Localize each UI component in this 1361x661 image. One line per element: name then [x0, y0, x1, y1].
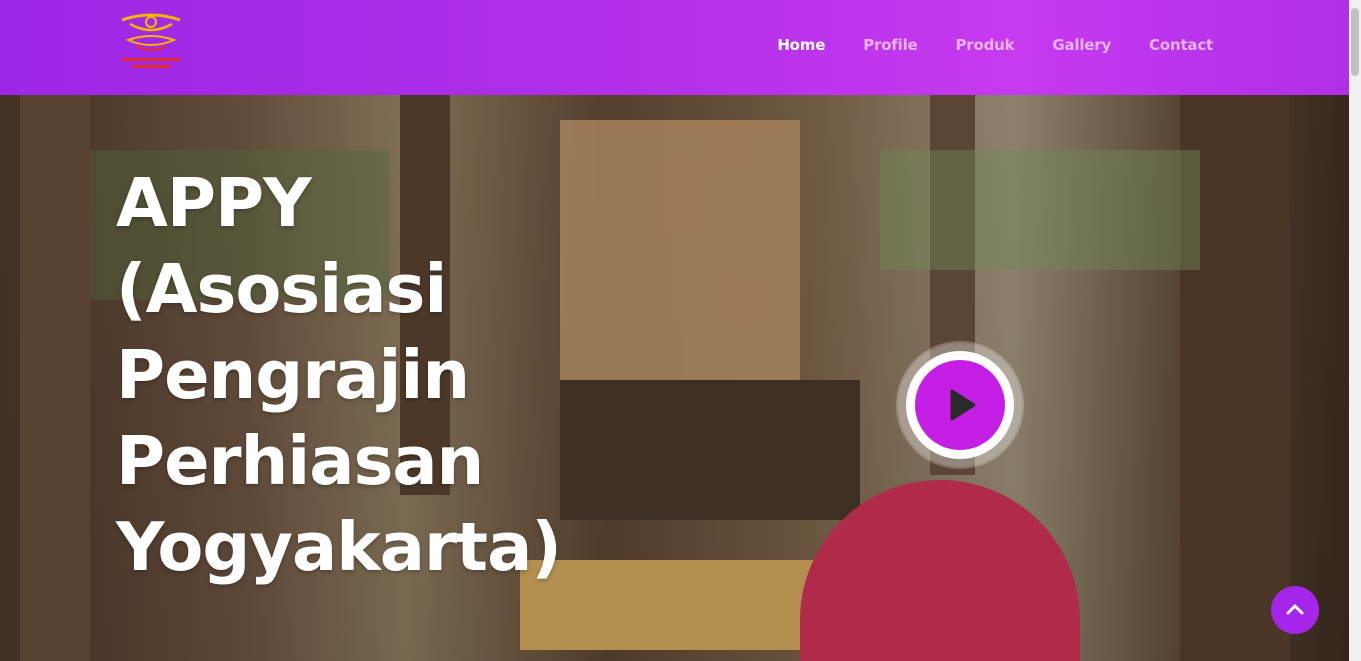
page-scrollbar[interactable] [1349, 0, 1361, 661]
play-button-core[interactable] [915, 360, 1005, 450]
hero-title-line: APPY [116, 164, 312, 242]
hero-title-line: Pengrajin [116, 336, 470, 414]
hero-title: APPY (Asosiasi Pengrajin Perhiasan Yogya… [116, 160, 636, 590]
nav-home[interactable]: Home [777, 36, 825, 54]
hero-title-line: (Asosiasi [116, 250, 447, 328]
play-button-face[interactable] [906, 351, 1014, 459]
video-play-button[interactable] [898, 343, 1022, 467]
main-nav: Home Profile Produk Gallery Contact [777, 36, 1213, 54]
play-icon [950, 389, 976, 421]
nav-profile[interactable]: Profile [863, 36, 917, 54]
scrollbar-thumb[interactable] [1351, 8, 1359, 76]
nav-gallery[interactable]: Gallery [1052, 36, 1111, 54]
site-logo[interactable] [112, 10, 190, 72]
chevron-up-icon [1286, 604, 1304, 615]
nav-produk[interactable]: Produk [955, 36, 1014, 54]
back-to-top-button[interactable] [1271, 586, 1319, 634]
hero-title-line: Yogyakarta) [116, 508, 562, 586]
nav-contact[interactable]: Contact [1149, 36, 1213, 54]
hero-title-line: Perhiasan [116, 422, 484, 500]
jewelry-ornament-logo-icon [121, 13, 181, 68]
top-navbar: Home Profile Produk Gallery Contact [0, 0, 1349, 95]
